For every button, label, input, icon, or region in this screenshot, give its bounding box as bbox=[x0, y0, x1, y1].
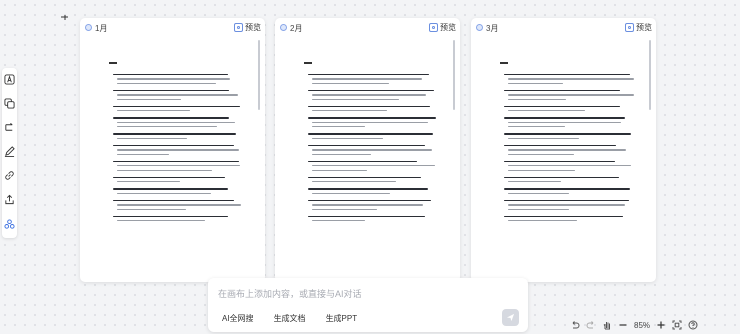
document-heading-mark bbox=[500, 62, 508, 64]
preview-button[interactable]: 预览 bbox=[234, 22, 261, 33]
generate-document-button[interactable]: 生成文档 bbox=[274, 313, 306, 324]
scrollbar[interactable] bbox=[649, 40, 651, 110]
zoom-level: 85% bbox=[634, 320, 651, 330]
link-icon bbox=[5, 171, 14, 180]
card-header: 2月 预览 bbox=[275, 18, 460, 38]
card-title: 1月 bbox=[95, 24, 108, 33]
flow-icon bbox=[5, 123, 13, 131]
document-card-january[interactable]: 1月 预览 bbox=[80, 18, 265, 282]
document-card-february[interactable]: 2月 预览 bbox=[275, 18, 460, 282]
preview-icon bbox=[625, 23, 634, 32]
redo-icon[interactable] bbox=[586, 320, 596, 330]
hand-icon[interactable] bbox=[602, 320, 612, 330]
preview-button[interactable]: 预览 bbox=[429, 22, 456, 33]
zoom-in-icon[interactable] bbox=[656, 320, 666, 330]
collapse-dot-icon[interactable] bbox=[280, 24, 287, 31]
pen-icon bbox=[4, 146, 15, 157]
document-heading-mark bbox=[109, 62, 117, 64]
send-icon bbox=[506, 313, 515, 322]
document-thumbnail bbox=[89, 40, 260, 282]
copy-tool-button[interactable] bbox=[3, 97, 16, 110]
document-text-lines bbox=[504, 74, 635, 227]
chat-tool-row: AI全网搜 生成文档 生成PPT bbox=[222, 313, 357, 324]
pen-tool-button[interactable] bbox=[3, 145, 16, 158]
left-toolbar bbox=[2, 68, 17, 238]
preview-button[interactable]: 预览 bbox=[625, 22, 652, 33]
preview-icon bbox=[429, 23, 438, 32]
zoom-out-icon[interactable] bbox=[618, 320, 628, 330]
help-icon[interactable] bbox=[688, 320, 698, 330]
link-tool-button[interactable] bbox=[3, 169, 16, 182]
card-header: 1月 预览 bbox=[80, 18, 265, 38]
document-card-march[interactable]: 3月 预览 bbox=[471, 18, 656, 282]
text-tool-button[interactable] bbox=[3, 73, 16, 86]
canvas: 1月 预览 2月 预览 3月 预览 bbox=[80, 18, 656, 286]
flow-tool-button[interactable] bbox=[3, 121, 16, 134]
document-heading-mark bbox=[304, 62, 312, 64]
card-header: 3月 预览 bbox=[471, 18, 656, 38]
undo-icon[interactable] bbox=[570, 320, 580, 330]
preview-label: 预览 bbox=[440, 23, 456, 32]
scrollbar[interactable] bbox=[258, 40, 260, 110]
ai-web-search-button[interactable]: AI全网搜 bbox=[222, 313, 254, 324]
canvas-controls: 85% bbox=[570, 316, 740, 334]
collapse-dot-icon[interactable] bbox=[476, 24, 483, 31]
document-text-lines bbox=[308, 74, 436, 227]
send-button[interactable] bbox=[502, 309, 519, 326]
document-text-lines bbox=[113, 74, 242, 227]
ai-chat-input-panel[interactable]: 在画布上添加内容，或直接与AI对话 AI全网搜 生成文档 生成PPT bbox=[208, 278, 528, 332]
collapse-dot-icon[interactable] bbox=[85, 24, 92, 31]
nodes-tool-button[interactable] bbox=[3, 218, 16, 231]
scrollbar[interactable] bbox=[453, 40, 455, 110]
card-title: 3月 bbox=[486, 24, 499, 33]
preview-label: 预览 bbox=[245, 23, 261, 32]
chat-input[interactable]: 在画布上添加内容，或直接与AI对话 bbox=[218, 287, 362, 300]
copy-icon bbox=[4, 98, 15, 109]
generate-ppt-button[interactable]: 生成PPT bbox=[326, 313, 358, 324]
mouse-cursor-icon bbox=[61, 15, 68, 20]
text-icon bbox=[4, 74, 15, 85]
share-tool-button[interactable] bbox=[3, 193, 16, 206]
nodes-icon bbox=[4, 219, 15, 229]
share-icon bbox=[5, 194, 14, 205]
document-thumbnail bbox=[480, 40, 651, 282]
preview-label: 预览 bbox=[636, 23, 652, 32]
preview-icon bbox=[234, 23, 243, 32]
fit-screen-icon[interactable] bbox=[672, 320, 682, 330]
document-thumbnail bbox=[284, 40, 455, 282]
card-title: 2月 bbox=[290, 24, 303, 33]
